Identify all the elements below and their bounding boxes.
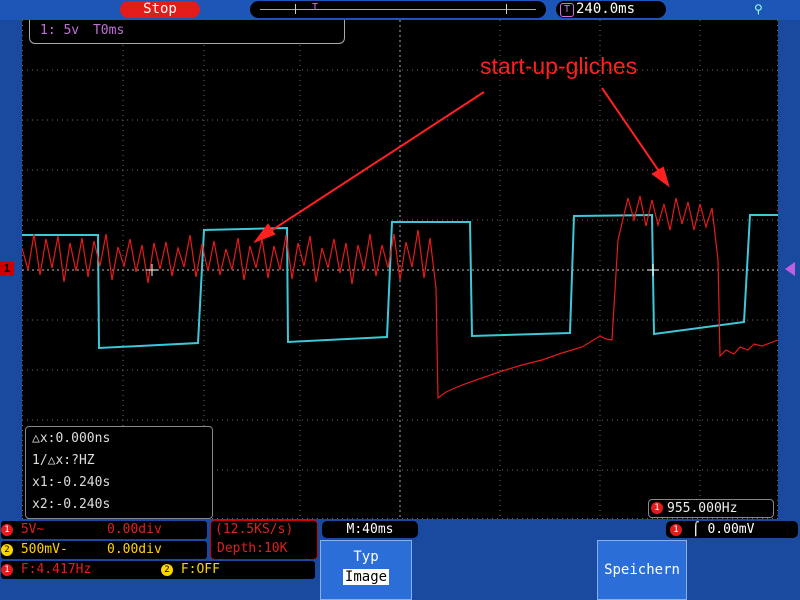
frequency-counter: 1 955.000Hz bbox=[648, 499, 774, 518]
run-stop-indicator[interactable]: Stop bbox=[120, 1, 200, 18]
trigger-channel-badge: 1 bbox=[670, 523, 682, 536]
cursor-inv-dx: 1/△x:?HZ bbox=[32, 453, 95, 468]
frequency-value: 955.000Hz bbox=[667, 501, 738, 516]
typ-label: Typ bbox=[353, 549, 379, 565]
measurement-row: 1 F:4.417Hz 2 F:OFF bbox=[1, 561, 315, 579]
typ-softkey[interactable]: Typ Image bbox=[320, 540, 412, 600]
sample-rate: (12.5KS/s) bbox=[215, 522, 294, 537]
channel-time-offset: 0ms bbox=[100, 23, 125, 38]
cursor-measurement-panel: △x:0.000ns 1/△x:?HZ x1:-0.240s x2:-0.240… bbox=[25, 426, 213, 519]
channel-2-badge: 2 bbox=[161, 563, 173, 576]
annotation-label: start-up-gliches bbox=[480, 53, 637, 79]
channel-info-text: 1: 5v bbox=[40, 23, 80, 38]
channel-1-ground-marker[interactable]: 1 bbox=[0, 262, 14, 276]
ch1-frequency-measure: F:4.417Hz bbox=[20, 562, 92, 577]
save-softkey[interactable]: Speichern bbox=[597, 540, 687, 600]
trigger-position-display[interactable]: T 240.0ms bbox=[556, 1, 666, 18]
memory-depth: Depth:10K bbox=[217, 541, 288, 556]
channel-1-settings[interactable]: 1 5V~ 0.00div bbox=[1, 521, 207, 539]
cursor-x1: x1:-0.240s bbox=[32, 475, 111, 490]
channel-2-settings[interactable]: 2 500mV- 0.00div bbox=[1, 541, 207, 559]
channel-2-scale: 500mV- bbox=[20, 542, 68, 557]
trigger-settings-display[interactable]: 1 ⌠ 0.00mV bbox=[666, 521, 798, 538]
rising-edge-icon: ⌠ bbox=[691, 522, 700, 537]
channel-1-badge: 1 bbox=[1, 523, 13, 536]
trigger-t-icon: T bbox=[92, 23, 101, 38]
timebase-display[interactable]: M:40ms bbox=[322, 521, 418, 538]
trigger-t-icon: T bbox=[312, 2, 319, 13]
trigger-level-value: 0.00mV bbox=[707, 522, 755, 537]
typ-value: Image bbox=[342, 569, 390, 585]
trigger-t-icon: T bbox=[560, 3, 574, 17]
trigger-position-value: 240.0ms bbox=[576, 1, 636, 17]
trigger-level-marker[interactable] bbox=[785, 262, 795, 276]
channel-2-offset: 0.00div bbox=[107, 542, 162, 557]
channel-1-badge: 1 bbox=[651, 502, 663, 514]
acquisition-panel: (12.5KS/s) Depth:10K bbox=[210, 520, 318, 560]
memory-window-bracket bbox=[295, 4, 507, 14]
cursor-x2: x2:-0.240s bbox=[32, 497, 111, 512]
channel-1-scale: 5V~ bbox=[20, 522, 45, 537]
annotation-arrows bbox=[253, 87, 670, 244]
usb-icon: ⚲ bbox=[754, 2, 763, 16]
channel-2-badge: 2 bbox=[1, 543, 13, 556]
ch2-frequency-measure: F:OFF bbox=[180, 562, 220, 577]
cursor-dx: △x:0.000ns bbox=[32, 431, 111, 446]
channel-info-panel: 1: 5v T0ms bbox=[29, 20, 345, 44]
channel-1-badge: 1 bbox=[1, 563, 13, 576]
channel-1-offset: 0.00div bbox=[107, 522, 162, 537]
